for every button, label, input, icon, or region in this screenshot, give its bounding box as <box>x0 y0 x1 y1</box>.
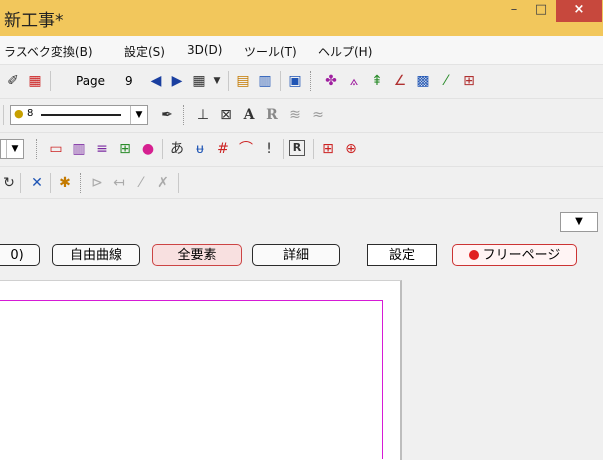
separator <box>280 71 281 91</box>
separator <box>178 173 179 193</box>
record-icon <box>468 250 479 260</box>
all-elements-button[interactable]: 全要素 <box>152 244 242 266</box>
insert-page-icon[interactable]: ▤ <box>234 72 252 90</box>
layer-window-icon[interactable]: ▭ <box>47 140 65 158</box>
dimension-icon[interactable]: ⊠ <box>217 106 235 124</box>
menu-settings[interactable]: 設定(S) <box>124 43 165 60</box>
print-preview-icon[interactable]: ▣ <box>286 72 304 90</box>
rotate-icon[interactable]: ↻ <box>0 174 18 192</box>
separator <box>283 139 284 159</box>
trim-icon[interactable]: ⊳ <box>88 174 106 192</box>
erase-icon[interactable]: ✗ <box>154 174 172 192</box>
separator <box>162 139 163 159</box>
move-tool-icon[interactable]: ⇞ <box>368 72 386 90</box>
partial-mode-button[interactable]: 0) <box>0 244 40 266</box>
page-list-dropdown-icon[interactable]: ▼ <box>208 72 226 90</box>
separator <box>3 105 4 125</box>
separator <box>80 173 82 193</box>
separator <box>50 71 51 91</box>
menu-tools[interactable]: ツール(T) <box>244 43 297 60</box>
menu-raster-vector[interactable]: ラスベク変換(B) <box>4 43 93 60</box>
toolbar-row-2: ● 8 ▼ ✒ ⊥ ⊠ A R ≋ ≈ <box>0 99 603 133</box>
arrow-up-tool-icon[interactable]: ⟑ <box>345 72 363 90</box>
layer-merge-icon[interactable]: ⊞ <box>116 140 134 158</box>
pen-tool-icon[interactable]: ⁄ <box>437 72 455 90</box>
mode-button-row: 0) 自由曲線 全要素 詳細 設定 フリーページ <box>0 240 603 270</box>
chevron-down-icon[interactable]: ▼ <box>130 106 147 124</box>
line-width-value: 8 <box>27 108 34 119</box>
line-width-preview <box>41 114 121 116</box>
layer-select[interactable]: ▼ <box>0 139 24 159</box>
marker-icon[interactable]: ! <box>260 140 278 158</box>
offset-icon[interactable]: ⁄ <box>132 174 150 192</box>
grid-add-icon[interactable]: ⊕ <box>342 140 360 158</box>
color-palette-icon[interactable]: ● <box>139 140 157 158</box>
snap-icon[interactable]: ✕ <box>28 174 46 192</box>
separator <box>50 173 51 193</box>
wave-line-icon[interactable]: ⌒ <box>237 140 255 158</box>
line-width-select[interactable]: ● 8 ▼ <box>10 105 148 125</box>
menu-help[interactable]: ヘルプ(H) <box>318 43 372 60</box>
label-tool-icon[interactable]: ⊞ <box>460 72 478 90</box>
page-list-icon[interactable]: ▦ <box>190 72 208 90</box>
drawing-canvas[interactable] <box>0 280 402 460</box>
symbol-tool-icon[interactable]: ✤ <box>322 72 340 90</box>
separator <box>228 71 229 91</box>
title-bar: 新工事* – □ × <box>0 0 603 37</box>
text-bold-icon[interactable]: A <box>240 106 258 124</box>
toolbar-row-3: ▼ ▭ ▥ ≡ ⊞ ● あ ᵾ # ⌒ ! R ⊞ ⊕ <box>0 133 603 167</box>
separator <box>20 173 21 193</box>
layer-lines-icon[interactable]: ≡ <box>93 140 111 158</box>
page-setup-icon[interactable]: ▦ <box>26 72 44 90</box>
delete-page-icon[interactable]: ▥ <box>256 72 274 90</box>
free-page-button[interactable]: フリーページ <box>452 244 577 266</box>
object-snap-icon[interactable]: ✱ <box>56 174 74 192</box>
extend-icon[interactable]: ↤ <box>110 174 128 192</box>
page-frame-top-line <box>0 300 382 301</box>
separator <box>310 71 312 91</box>
free-page-label: フリーページ <box>482 248 561 263</box>
page-number: 9 <box>125 74 133 88</box>
kana-text-icon[interactable]: あ <box>168 140 186 158</box>
eyedropper-icon[interactable]: ✒ <box>158 106 176 124</box>
text-style-icon[interactable]: ≈ <box>309 106 327 124</box>
separator <box>36 139 38 159</box>
grid-split-icon[interactable]: ⊞ <box>319 140 337 158</box>
free-curve-button[interactable]: 自由曲線 <box>52 244 140 266</box>
line-style-icon[interactable]: ⊥ <box>194 106 212 124</box>
text-insert-icon[interactable]: ᵾ <box>191 140 209 158</box>
window-title: 新工事* <box>4 11 64 31</box>
prev-page-icon[interactable]: ◀ <box>147 72 165 90</box>
layer-grid-icon[interactable]: ▥ <box>70 140 88 158</box>
toolbar-row-1: ✐ ▦ Page 9 ◀ ▶ ▦ ▼ ▤ ▥ ▣ ✤ ⟑ ⇞ ∠ ▩ ⁄ ⊞ <box>0 65 603 99</box>
minimize-button[interactable]: – <box>500 0 528 22</box>
next-page-icon[interactable]: ▶ <box>168 72 186 90</box>
separator <box>183 105 185 125</box>
page-edit-icon[interactable]: ✐ <box>4 72 22 90</box>
page-frame-right-line <box>382 300 383 459</box>
page-label: Page <box>76 74 106 88</box>
maximize-button[interactable]: □ <box>527 0 555 22</box>
toolbar-row-4: ↻ ✕ ✱ ⊳ ↤ ⁄ ✗ <box>0 167 603 199</box>
menu-bar: ラスベク変換(B) 設定(S) 3D(D) ツール(T) ヘルプ(H) <box>0 36 603 65</box>
detail-button[interactable]: 詳細 <box>252 244 340 266</box>
measure-tool-icon[interactable]: ∠ <box>391 72 409 90</box>
separator <box>313 139 314 159</box>
text-vertical-icon[interactable]: ≋ <box>286 106 304 124</box>
chevron-down-icon[interactable]: ▼ <box>6 140 23 158</box>
table-tool-icon[interactable]: ▩ <box>414 72 432 90</box>
chevron-down-icon[interactable]: ▼ <box>560 212 598 232</box>
text-outline-icon[interactable]: R <box>263 106 281 124</box>
settings-button[interactable]: 設定 <box>367 244 437 266</box>
menu-3d[interactable]: 3D(D) <box>187 43 222 57</box>
hatch-icon[interactable]: # <box>214 140 232 158</box>
region-icon[interactable]: R <box>289 140 305 156</box>
close-button[interactable]: × <box>556 0 602 22</box>
